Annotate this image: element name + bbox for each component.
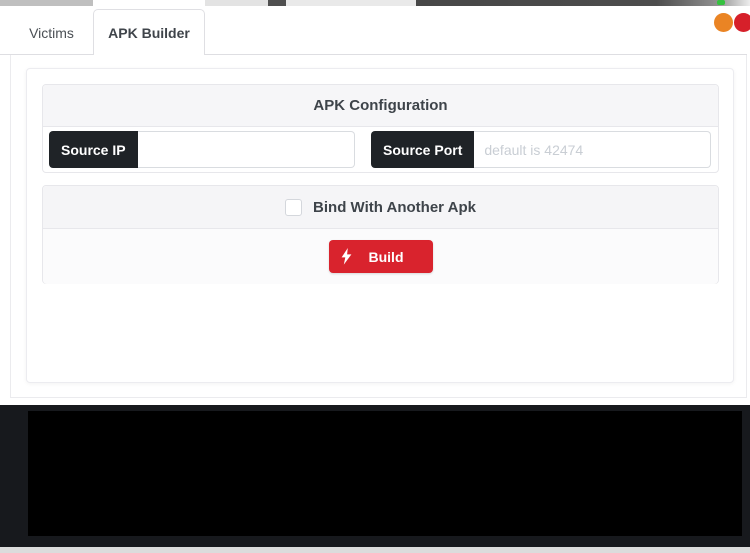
panel-title: APK Configuration: [43, 85, 718, 127]
tab-content-area: APK Configuration Source IP Source Port …: [10, 55, 747, 398]
source-port-group: Source Port: [371, 131, 711, 168]
window-control-orange[interactable]: [714, 13, 733, 32]
top-strip-segment: [268, 0, 286, 6]
build-row: Build: [43, 229, 718, 284]
bind-apk-checkbox[interactable]: [285, 198, 303, 216]
source-port-input[interactable]: [474, 131, 711, 168]
top-strip-segment: [416, 0, 750, 6]
build-button[interactable]: Build: [328, 240, 433, 273]
lightning-icon: [341, 248, 352, 265]
source-ip-group: Source IP: [49, 131, 355, 168]
apk-configuration-panel: APK Configuration Source IP Source Port: [42, 84, 719, 173]
console-panel: [0, 405, 750, 547]
bottom-edge-strip: [0, 547, 750, 553]
tab-apk-builder[interactable]: APK Builder: [93, 9, 205, 55]
window-control-red[interactable]: [734, 13, 750, 32]
build-button-label: Build: [368, 248, 404, 265]
config-fields-row: Source IP Source Port: [43, 127, 718, 172]
apk-builder-window: Victims APK Builder APK Configuration So…: [0, 0, 750, 553]
builder-card: APK Configuration Source IP Source Port …: [26, 68, 734, 383]
bind-apk-row: Bind With Another Apk: [43, 186, 718, 229]
top-strip-segment: [0, 0, 93, 6]
bind-apk-label: Bind With Another Apk: [313, 198, 476, 216]
green-indicator: [717, 0, 725, 5]
source-port-label: Source Port: [371, 131, 475, 168]
source-ip-label: Source IP: [49, 131, 138, 168]
actions-panel: Bind With Another Apk Build: [42, 185, 719, 284]
source-ip-input[interactable]: [137, 131, 355, 168]
console-output[interactable]: [28, 411, 742, 536]
top-strip-segment: [286, 0, 416, 6]
tab-victims[interactable]: Victims: [10, 12, 93, 54]
top-strip-segment: [205, 0, 268, 6]
